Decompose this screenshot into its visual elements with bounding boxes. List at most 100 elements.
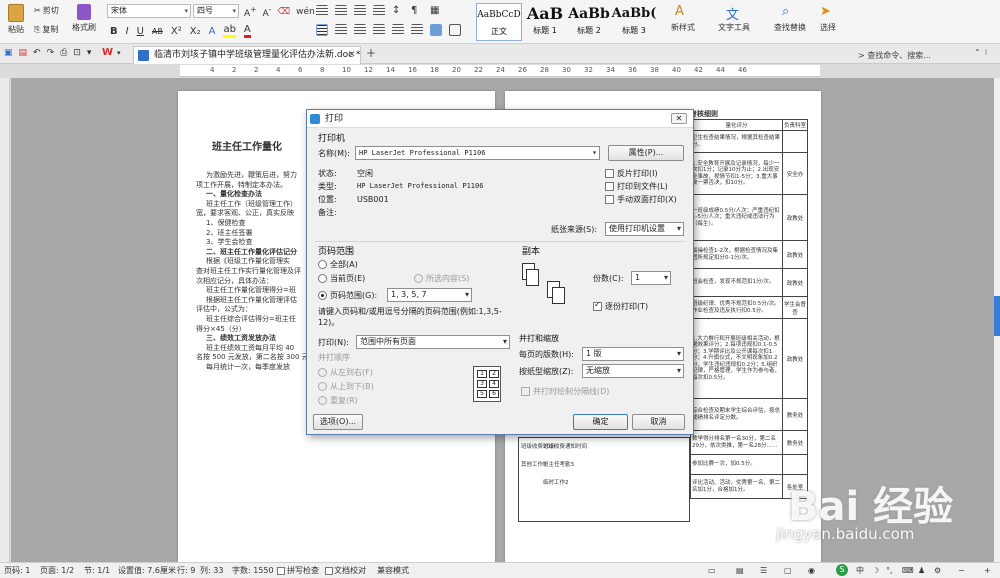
find-replace-button[interactable]: ⌕ 查找替换 (768, 4, 812, 33)
style-normal[interactable]: AaBbCcD 正文 (476, 3, 522, 41)
close-dialog-icon[interactable]: ✕ (671, 113, 687, 124)
highlight-icon[interactable]: ab (223, 24, 236, 38)
more-icon[interactable]: ⁝ (985, 48, 988, 57)
align-left-icon[interactable] (316, 24, 328, 36)
order-tb-radio[interactable] (318, 382, 327, 391)
settings-icon[interactable]: ⚙ (934, 563, 941, 578)
range-all-radio[interactable] (318, 260, 327, 269)
ime-chinese-icon[interactable]: 中 (856, 563, 864, 578)
command-search[interactable]: > 查找命令、搜索... (858, 50, 931, 61)
font-color-icon[interactable]: A (243, 24, 251, 38)
doc-check-box[interactable] (325, 567, 333, 575)
new-tab-button[interactable]: + (366, 46, 376, 60)
view-read-icon[interactable]: ▢ (784, 563, 792, 578)
printer-select[interactable]: HP LaserJet Professional P1106 (355, 146, 600, 160)
view-outline-icon[interactable]: ☰ (760, 563, 767, 578)
horizontal-ruler[interactable]: 4 2 2 4 6 8 10 12 14 16 18 20 22 24 26 28 30 32 34 36 38 40 42… (180, 65, 820, 77)
draw-borders-checkbox[interactable] (521, 387, 530, 396)
print-what-select[interactable]: 范围中所有页面 (356, 335, 510, 349)
preview-icon[interactable]: ⊡ (73, 48, 81, 58)
document-tab[interactable]: 临清市刘垓子镇中学班级管理量化评估办法新.doc * ✕ (133, 46, 361, 64)
range-selection-radio[interactable] (414, 274, 423, 283)
spell-check-box[interactable] (277, 567, 285, 575)
zoom-out-icon[interactable]: − (958, 563, 965, 578)
show-marks-icon[interactable]: ¶ (411, 5, 423, 17)
outdent-icon[interactable] (354, 5, 366, 17)
properties-button[interactable]: 属性(P)... (608, 145, 684, 161)
bold-icon[interactable]: B (110, 26, 118, 37)
justify-icon[interactable] (373, 24, 385, 36)
zoom-in-icon[interactable]: + (984, 563, 991, 578)
keyboard-icon[interactable]: ⌨ (902, 563, 914, 578)
pages-per-sheet-select[interactable]: 1 版 (582, 347, 684, 361)
status-word-count[interactable]: 字数: 1550 (232, 563, 274, 578)
undo-icon[interactable]: ↶ (33, 48, 41, 58)
subscript-icon[interactable]: X₂ (190, 26, 201, 37)
status-pages[interactable]: 页面: 1/2 (40, 563, 74, 578)
order-lr-radio[interactable] (318, 368, 327, 377)
range-current-radio[interactable] (318, 274, 327, 283)
order-repeat-radio[interactable] (318, 396, 327, 405)
redo-icon[interactable]: ↷ (47, 48, 55, 58)
scale-select[interactable]: 无缩放 (582, 364, 684, 378)
format-painter-button[interactable]: 格式刷 (70, 4, 98, 33)
style-heading-1[interactable]: AaB 标题 1 (522, 3, 568, 41)
range-pages-input[interactable]: 1, 3, 5, 7 (387, 288, 472, 302)
text-effect-icon[interactable]: A (209, 26, 216, 37)
reverse-print-checkbox[interactable] (605, 169, 614, 178)
punctuation-icon[interactable]: °, (886, 563, 893, 578)
sort-icon[interactable]: ↕ (392, 5, 404, 17)
print-to-file-checkbox[interactable] (605, 182, 614, 191)
line-spacing-icon[interactable] (411, 24, 423, 36)
superscript-icon[interactable]: X² (171, 26, 182, 37)
export-pdf-icon[interactable]: ▤ (19, 48, 28, 58)
close-tab-icon[interactable]: ✕ (348, 47, 356, 63)
font-size-select[interactable]: 四号 (193, 4, 239, 18)
bullet-list-icon[interactable] (316, 5, 328, 17)
print-icon[interactable]: ⎙ (60, 48, 67, 58)
status-doc-check[interactable]: 文档校对 (334, 563, 366, 578)
underline-icon[interactable]: U (137, 26, 144, 37)
save-icon[interactable]: ▣ (4, 48, 13, 58)
clear-format-icon[interactable]: ⌫ (277, 7, 290, 17)
view-web-icon[interactable]: ▤ (736, 563, 744, 578)
strikethrough-icon[interactable]: AB (152, 27, 163, 36)
scrollbar-thumb[interactable] (994, 296, 1000, 336)
customize-icon[interactable]: ▾ (87, 48, 92, 58)
select-button[interactable]: ➤ 选择 (815, 4, 841, 33)
status-page-number[interactable]: 页码: 1 (4, 563, 30, 578)
cancel-button[interactable]: 取消 (632, 414, 685, 430)
vertical-ruler[interactable] (0, 78, 10, 562)
moon-icon[interactable]: ☽ (872, 563, 879, 578)
vertical-scrollbar[interactable] (994, 78, 1000, 562)
text-tools-button[interactable]: 文 文字工具 (712, 4, 756, 33)
numbered-list-icon[interactable] (335, 5, 347, 17)
sogou-input-icon[interactable]: S (836, 564, 848, 576)
copies-input[interactable]: 1 (631, 271, 671, 285)
wps-logo[interactable]: W ▾ (102, 47, 121, 58)
paste-button[interactable]: 粘贴 (4, 4, 28, 35)
collapse-ribbon-icon[interactable]: ⌃ (974, 48, 981, 57)
options-button[interactable]: 选项(O)... (313, 414, 363, 430)
ok-button[interactable]: 确定 (573, 414, 628, 430)
new-style-button[interactable]: A 新样式 (664, 4, 702, 33)
style-heading-2[interactable]: AaBb 标题 2 (566, 3, 612, 41)
shading-icon[interactable] (430, 24, 442, 36)
table-icon[interactable]: ▦ (430, 5, 442, 17)
italic-icon[interactable]: I (126, 26, 129, 37)
shrink-font-icon[interactable]: A- (262, 5, 271, 19)
collate-checkbox[interactable]: ✓ (593, 300, 602, 311)
style-heading-3[interactable]: AaBb( 标题 3 (611, 3, 657, 41)
status-section[interactable]: 节: 1/1 (84, 563, 110, 578)
manual-duplex-checkbox[interactable] (605, 195, 614, 204)
font-name-select[interactable]: 宋体 (107, 4, 191, 18)
grow-font-icon[interactable]: A+ (244, 5, 256, 19)
cut-button[interactable]: ✂ 剪切 (34, 5, 59, 16)
skin-icon[interactable]: ♟ (918, 563, 925, 578)
border-icon[interactable] (449, 24, 461, 36)
status-spell-check[interactable]: 拼写检查 (287, 563, 319, 578)
align-center-icon[interactable] (335, 24, 347, 36)
copy-button[interactable]: ⎘ 复制 (34, 24, 58, 35)
align-right-icon[interactable] (354, 24, 366, 36)
view-page-icon[interactable]: ▭ (708, 563, 716, 578)
